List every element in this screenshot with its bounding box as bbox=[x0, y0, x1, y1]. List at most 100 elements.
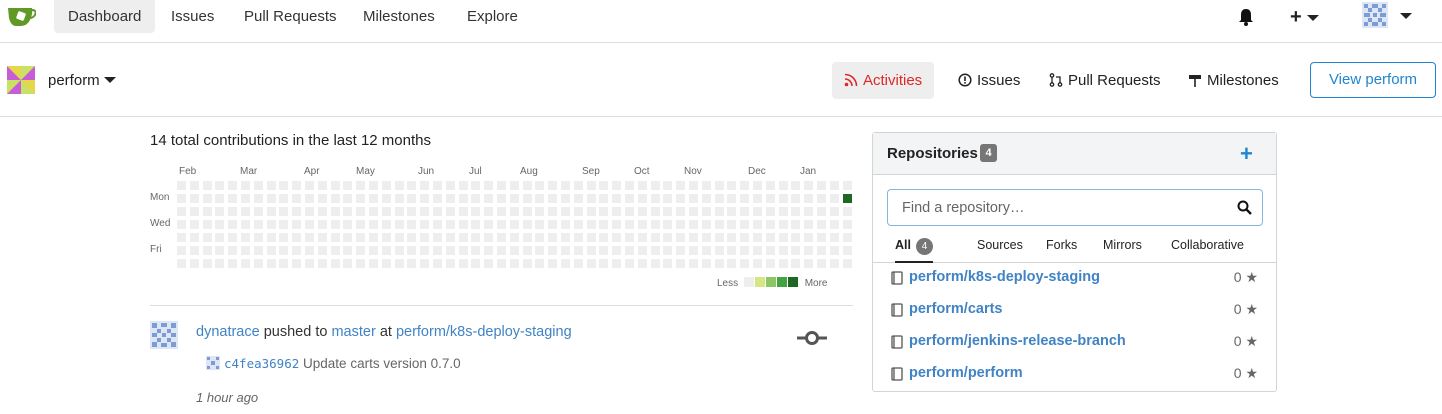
heatmap-cell[interactable] bbox=[420, 233, 430, 242]
heatmap-cell[interactable] bbox=[714, 246, 724, 255]
heatmap-cell[interactable] bbox=[548, 259, 558, 268]
heatmap-cell[interactable] bbox=[573, 194, 583, 203]
heatmap-cell[interactable] bbox=[356, 194, 366, 203]
heatmap-cell[interactable] bbox=[458, 259, 468, 268]
heatmap-cell[interactable] bbox=[829, 181, 839, 190]
heatmap-cell[interactable] bbox=[279, 194, 289, 203]
heatmap-cell[interactable] bbox=[765, 259, 775, 268]
heatmap-cell[interactable] bbox=[637, 194, 647, 203]
heatmap-cell[interactable] bbox=[740, 181, 750, 190]
heatmap-cell[interactable] bbox=[791, 181, 801, 190]
feed-repo-link[interactable]: perform/k8s-deploy-staging bbox=[396, 324, 572, 340]
heatmap-cell[interactable] bbox=[689, 220, 698, 229]
heatmap-cell[interactable] bbox=[599, 181, 609, 190]
heatmap-cell[interactable] bbox=[433, 194, 442, 203]
heatmap-cell[interactable] bbox=[535, 220, 545, 229]
heatmap-cell[interactable] bbox=[804, 181, 814, 190]
heatmap-cell[interactable] bbox=[381, 233, 391, 242]
heatmap-cell[interactable] bbox=[369, 233, 378, 242]
heatmap-cell[interactable] bbox=[177, 207, 186, 216]
heatmap-cell[interactable] bbox=[484, 246, 494, 255]
heatmap-cell[interactable] bbox=[445, 207, 455, 216]
heatmap-cell[interactable] bbox=[330, 246, 340, 255]
heatmap-cell[interactable] bbox=[701, 233, 711, 242]
heatmap-cell[interactable] bbox=[279, 259, 289, 268]
heatmap-cell[interactable] bbox=[573, 207, 583, 216]
heatmap-cell[interactable] bbox=[727, 220, 737, 229]
heatmap-cell[interactable] bbox=[202, 246, 212, 255]
heatmap-cell[interactable] bbox=[471, 259, 481, 268]
heatmap-cell[interactable] bbox=[714, 181, 724, 190]
heatmap-cell[interactable] bbox=[305, 259, 314, 268]
heatmap-cell[interactable] bbox=[189, 194, 199, 203]
heatmap-cell[interactable] bbox=[433, 259, 442, 268]
heatmap-cell[interactable] bbox=[253, 259, 263, 268]
heatmap-cell[interactable] bbox=[561, 181, 570, 190]
heatmap-cell[interactable] bbox=[177, 181, 186, 190]
heatmap-cell[interactable] bbox=[637, 220, 647, 229]
heatmap-cell[interactable] bbox=[650, 246, 660, 255]
tab-pull-requests[interactable]: Pull Requests bbox=[1037, 62, 1173, 99]
heatmap-cell[interactable] bbox=[484, 207, 494, 216]
heatmap-cell[interactable] bbox=[612, 233, 622, 242]
heatmap-cell[interactable] bbox=[497, 181, 506, 190]
heatmap-cell[interactable] bbox=[804, 259, 814, 268]
heatmap-cell[interactable] bbox=[599, 220, 609, 229]
heatmap-cell[interactable] bbox=[241, 207, 250, 216]
heatmap-cell[interactable] bbox=[177, 194, 186, 203]
heatmap-cell[interactable] bbox=[420, 207, 430, 216]
heatmap-cell[interactable] bbox=[215, 233, 225, 242]
heatmap-cell[interactable] bbox=[215, 181, 225, 190]
heatmap-cell[interactable] bbox=[791, 220, 801, 229]
heatmap-cell[interactable] bbox=[753, 194, 762, 203]
heatmap-cell[interactable] bbox=[676, 181, 686, 190]
heatmap-cell[interactable] bbox=[458, 220, 468, 229]
heatmap-cell[interactable] bbox=[407, 233, 417, 242]
heatmap-cell[interactable] bbox=[701, 259, 711, 268]
heatmap-cell[interactable] bbox=[535, 181, 545, 190]
heatmap-cell[interactable] bbox=[612, 207, 622, 216]
heatmap-cell[interactable] bbox=[561, 259, 570, 268]
heatmap-cell[interactable] bbox=[612, 259, 622, 268]
filter-forks[interactable]: Forks bbox=[1046, 238, 1077, 252]
heatmap-cell[interactable] bbox=[471, 207, 481, 216]
heatmap-cell[interactable] bbox=[228, 207, 238, 216]
heatmap-cell[interactable] bbox=[241, 194, 250, 203]
heatmap-cell[interactable] bbox=[292, 233, 302, 242]
heatmap-cell[interactable] bbox=[189, 181, 199, 190]
heatmap-cell[interactable] bbox=[394, 246, 404, 255]
heatmap-cell[interactable] bbox=[791, 233, 801, 242]
heatmap-cell[interactable] bbox=[586, 246, 596, 255]
heatmap-cell[interactable] bbox=[317, 181, 327, 190]
heatmap-cell[interactable] bbox=[266, 207, 276, 216]
heatmap-cell[interactable] bbox=[765, 194, 775, 203]
heatmap-cell[interactable] bbox=[202, 194, 212, 203]
heatmap-cell[interactable] bbox=[394, 220, 404, 229]
heatmap-cell[interactable] bbox=[535, 194, 545, 203]
heatmap-cell[interactable] bbox=[202, 181, 212, 190]
heatmap-cell[interactable] bbox=[228, 194, 238, 203]
heatmap-cell[interactable] bbox=[292, 207, 302, 216]
heatmap-cell[interactable] bbox=[356, 207, 366, 216]
heatmap-cell[interactable] bbox=[753, 259, 762, 268]
heatmap-cell[interactable] bbox=[253, 181, 263, 190]
heatmap-cell[interactable] bbox=[305, 207, 314, 216]
heatmap-cell[interactable] bbox=[369, 220, 378, 229]
heatmap-cell[interactable] bbox=[586, 220, 596, 229]
heatmap-cell[interactable] bbox=[420, 259, 430, 268]
heatmap-cell[interactable] bbox=[215, 220, 225, 229]
heatmap-cell[interactable] bbox=[189, 220, 199, 229]
heatmap-cell[interactable] bbox=[561, 233, 570, 242]
heatmap-cell[interactable] bbox=[676, 246, 686, 255]
heatmap-cell[interactable] bbox=[215, 194, 225, 203]
heatmap-cell[interactable] bbox=[829, 194, 839, 203]
heatmap-cell[interactable] bbox=[817, 181, 826, 190]
create-dropdown[interactable]: + bbox=[1290, 6, 1320, 29]
heatmap-cell[interactable] bbox=[778, 194, 788, 203]
heatmap-cell[interactable] bbox=[637, 246, 647, 255]
heatmap-cell[interactable] bbox=[701, 220, 711, 229]
heatmap-cell[interactable] bbox=[253, 194, 263, 203]
tab-activities[interactable]: Activities bbox=[832, 62, 935, 99]
heatmap-cell[interactable] bbox=[292, 220, 302, 229]
heatmap-cell[interactable] bbox=[689, 181, 698, 190]
